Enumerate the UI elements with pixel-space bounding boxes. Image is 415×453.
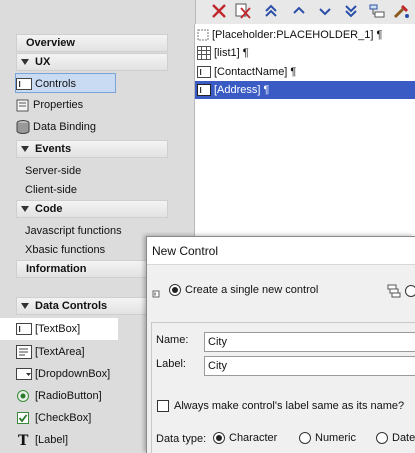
- data-control-label[interactable]: T [Label]: [0, 429, 118, 451]
- always-same-label: Always make control's label same as its …: [174, 400, 405, 412]
- data-control-label-text: [Label]: [35, 434, 69, 446]
- data-control-textbox[interactable]: [TextBox]: [0, 318, 118, 340]
- section-ux-label: UX: [35, 56, 51, 68]
- checkbox-icon: [17, 412, 29, 425]
- data-control-dropdownbox[interactable]: [DropdownBox]: [0, 363, 118, 385]
- nav-item-javascript-functions[interactable]: Javascript functions: [25, 221, 122, 241]
- data-control-label: [TextArea]: [35, 346, 85, 358]
- svg-text:T: T: [18, 433, 29, 447]
- collapse-arrow-icon: [21, 58, 29, 65]
- radio-button-icon: [17, 390, 29, 403]
- nav-item-label: Controls: [35, 78, 76, 90]
- tree-node-label: [Placeholder:PLACEHOLDER_1] ¶: [212, 29, 383, 41]
- multiple-controls-icon: [387, 284, 401, 298]
- section-code-label: Code: [35, 203, 63, 215]
- new-control-dialog: New Control Create a single new control …: [146, 236, 415, 453]
- data-type-date[interactable]: Date: [376, 432, 415, 445]
- textbox-icon: [16, 78, 32, 91]
- textarea-icon: [16, 345, 32, 360]
- label-label: Label:: [156, 358, 186, 370]
- tree-node-label: [list1] ¶: [214, 47, 249, 59]
- nav-item-properties[interactable]: Properties: [16, 95, 83, 115]
- create-single-label: Create a single new control: [185, 284, 319, 296]
- placeholder-icon: [197, 29, 209, 41]
- section-events[interactable]: Events: [16, 140, 168, 158]
- section-overview[interactable]: Overview: [16, 34, 168, 52]
- date-label: Date: [392, 432, 415, 444]
- nav-item-data-binding[interactable]: Data Binding: [16, 117, 96, 137]
- section-events-label: Events: [35, 143, 72, 155]
- section-code[interactable]: Code: [16, 200, 168, 218]
- nav-item-xbasic-functions[interactable]: Xbasic functions: [25, 240, 105, 260]
- properties-icon: [16, 99, 29, 112]
- nav-item-controls[interactable]: Controls: [15, 73, 116, 93]
- move-down-icon[interactable]: [317, 3, 333, 19]
- textbox-icon: [197, 66, 211, 79]
- tree-node-label: [ContactName] ¶: [214, 66, 297, 78]
- collapse-arrow-icon: [21, 302, 29, 309]
- control-tree: [Placeholder:PLACEHOLDER_1] ¶ [list1] ¶ …: [194, 24, 415, 244]
- cut-icon[interactable]: [235, 3, 251, 19]
- create-single-option[interactable]: Create a single new control: [169, 284, 319, 297]
- delete-icon[interactable]: [211, 3, 227, 19]
- label-icon: T: [18, 433, 29, 447]
- list-icon: [197, 46, 211, 61]
- character-radio[interactable]: [213, 432, 225, 445]
- tree-node-label: [Address] ¶: [214, 84, 270, 96]
- move-to-top-icon[interactable]: [263, 3, 279, 19]
- textbox-icon: [16, 323, 32, 336]
- character-label: Character: [229, 432, 278, 444]
- date-radio[interactable]: [376, 432, 388, 445]
- create-multiple-radio[interactable]: [405, 285, 415, 297]
- data-control-label: [CheckBox]: [35, 412, 92, 424]
- tree-node-list1[interactable]: [list1] ¶: [195, 44, 249, 62]
- tree-node-address[interactable]: [Address] ¶: [195, 81, 415, 99]
- numeric-radio[interactable]: [299, 432, 311, 445]
- move-to-bottom-icon[interactable]: [343, 3, 359, 19]
- nav-item-label: Properties: [33, 99, 84, 111]
- tree-node-placeholder[interactable]: [Placeholder:PLACEHOLDER_1] ¶: [195, 26, 382, 44]
- edit-tools-icon[interactable]: [393, 3, 411, 19]
- single-control-icon: [152, 290, 160, 298]
- nav-item-server-side[interactable]: Server-side: [25, 161, 81, 181]
- tree-node-contactname[interactable]: [ContactName] ¶: [195, 63, 296, 81]
- dialog-title: New Control: [147, 237, 415, 265]
- create-single-radio[interactable]: [169, 284, 181, 297]
- collapse-arrow-icon: [21, 145, 29, 152]
- toolbar: [197, 0, 415, 22]
- data-control-radiobutton[interactable]: [RadioButton]: [0, 385, 118, 407]
- data-type-character[interactable]: Character: [213, 432, 278, 445]
- section-ux[interactable]: UX: [16, 53, 168, 71]
- data-control-label: [DropdownBox]: [35, 368, 111, 380]
- name-field[interactable]: City: [204, 332, 415, 352]
- label-field[interactable]: City: [204, 356, 415, 376]
- data-control-label: [TextBox]: [35, 323, 81, 335]
- data-type-label: Data type:: [156, 433, 207, 445]
- numeric-label: Numeric: [315, 432, 356, 444]
- collapse-arrow-icon: [21, 205, 29, 212]
- data-control-checkbox[interactable]: [CheckBox]: [0, 407, 118, 429]
- section-data-controls-label: Data Controls: [35, 300, 108, 312]
- name-label: Name:: [156, 334, 189, 346]
- move-up-icon[interactable]: [291, 3, 307, 19]
- nav-item-label: Data Binding: [33, 121, 96, 133]
- always-same-checkbox[interactable]: [157, 400, 169, 413]
- data-type-numeric[interactable]: Numeric: [299, 432, 356, 445]
- database-icon: [16, 120, 30, 135]
- section-overview-label: Overview: [26, 37, 75, 49]
- data-control-textarea[interactable]: [TextArea]: [0, 341, 118, 363]
- section-information-label: Information: [26, 263, 87, 275]
- data-control-label: [RadioButton]: [35, 390, 102, 402]
- dropdown-icon: [16, 368, 32, 381]
- nav-item-client-side[interactable]: Client-side: [25, 180, 77, 200]
- always-same-option[interactable]: Always make control's label same as its …: [157, 400, 405, 413]
- indent-icon[interactable]: [369, 3, 385, 19]
- textbox-icon: [197, 84, 211, 97]
